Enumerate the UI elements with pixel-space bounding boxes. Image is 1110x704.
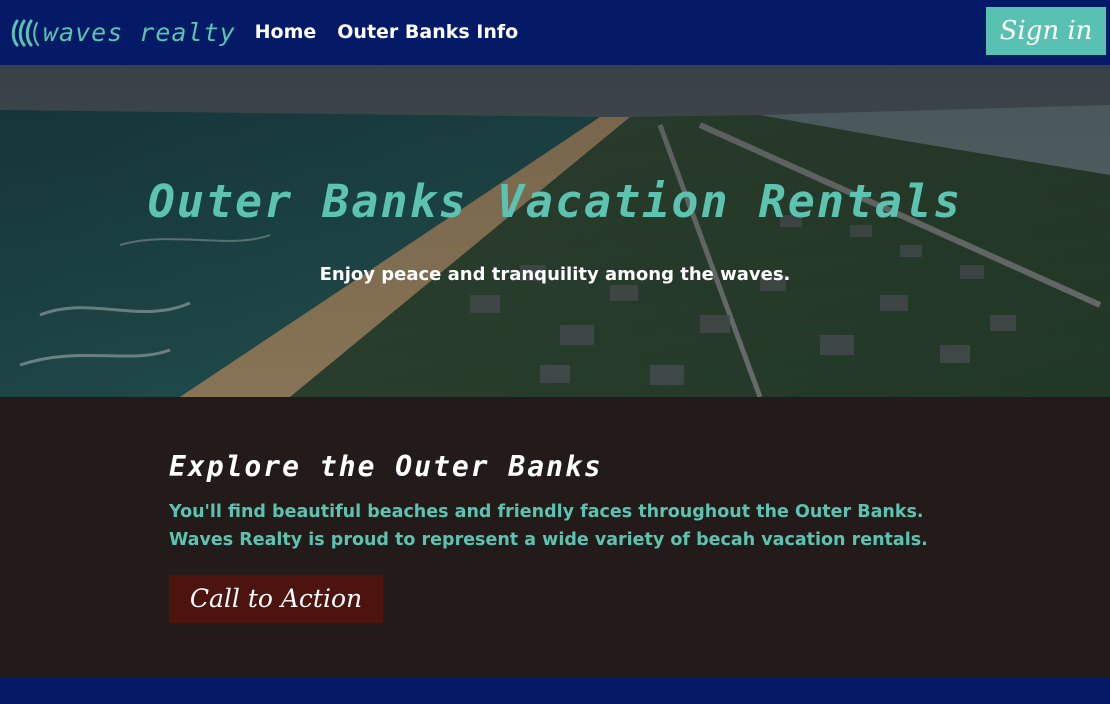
navbar: waves realty Home Outer Banks Info Sign … <box>0 0 1110 65</box>
brand-logo-link[interactable]: waves realty <box>11 19 236 47</box>
section-body: You'll find beautiful beaches and friend… <box>169 501 928 550</box>
hero-beach-photo <box>0 65 1110 397</box>
hero-title: Outer Banks Vacation Rentals <box>147 175 963 228</box>
hero-banner: Outer Banks Vacation Rentals Enjoy peace… <box>0 65 1110 397</box>
nav-link-outer-banks-info[interactable]: Outer Banks Info <box>337 23 518 42</box>
call-to-action-button[interactable]: Call to Action <box>169 574 383 623</box>
section-title: Explore the Outer Banks <box>169 450 603 483</box>
sign-in-button[interactable]: Sign in <box>986 7 1106 55</box>
wave-logo-icon <box>11 19 39 46</box>
main-nav: Home Outer Banks Info <box>255 23 540 42</box>
nav-link-home[interactable]: Home <box>255 23 317 42</box>
footer <box>0 677 1110 704</box>
brand-name: waves realty <box>43 18 236 47</box>
explore-section: Explore the Outer Banks You'll find beau… <box>169 450 949 623</box>
hero-subtitle: Enjoy peace and tranquility among the wa… <box>319 264 791 285</box>
